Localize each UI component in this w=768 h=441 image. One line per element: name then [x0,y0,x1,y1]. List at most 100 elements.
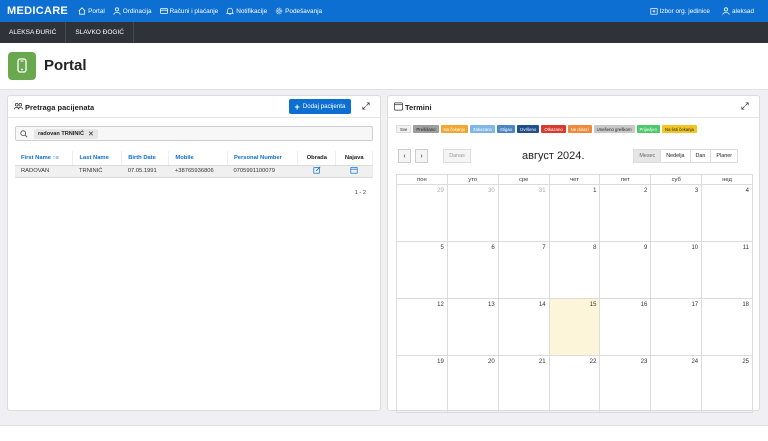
view-month-button[interactable]: Mesec [633,149,662,163]
legend-status-chip[interactable]: Prijavljen [636,125,660,133]
today-button[interactable]: Danas [443,149,471,163]
calendar-day-cell[interactable]: 23 [600,356,652,412]
users-icon [14,102,23,110]
cell-personal-number: 0705991100079 [227,165,298,178]
brand-logo[interactable]: MEDICARE [7,5,68,17]
calendar-day-cell[interactable]: 29 [397,185,448,241]
day-number: 2 [643,188,648,194]
col-last-name[interactable]: Last Name [72,151,123,166]
calendar-day-cell[interactable]: 16 [600,299,652,355]
calendar-day-cell[interactable]: 8 [550,242,601,298]
legend-status-chip[interactable]: Izvršeno [517,125,540,133]
day-number: 25 [742,359,750,365]
add-patient-button[interactable]: + Dodaj pacijenta [289,99,351,114]
nav-portal[interactable]: Portal [78,7,105,15]
day-number: 10 [691,245,699,251]
col-first-name[interactable]: First Name ↑≡ [15,151,74,166]
close-icon[interactable]: ✕ [88,130,94,138]
view-day-button[interactable]: Dan [689,149,712,163]
calendar-day-cell[interactable]: 9 [600,242,652,298]
expand-icon[interactable] [741,102,749,110]
calendar-day-cell[interactable]: 17 [651,299,703,355]
legend-status-chip[interactable]: Zakazano [470,125,495,133]
nav-podesavanja[interactable]: Podešavanja [275,7,322,15]
legend-status-chip[interactable]: Unešeno greškom [593,125,635,133]
calendar-day-cell[interactable]: 18 [702,299,752,355]
org-unit-selector[interactable]: Izbor org. jedinice [649,7,710,15]
calendar-day-cell[interactable]: 14 [499,299,550,355]
calendar-day-cell[interactable]: 22 [550,356,601,412]
prev-month-button[interactable]: ‹ [398,149,411,163]
col-mobile[interactable]: Mobile [168,151,228,166]
org-unit-label: Izbor org. jedinice [659,7,710,15]
legend-status-chip[interactable]: Na listi čekanja [661,125,697,133]
pagination-info: 1 - 2 [354,190,366,196]
calendar-day-cell[interactable]: 20 [448,356,499,412]
day-number: 12 [437,302,444,308]
calendar-day-cell[interactable]: 11 [702,242,752,298]
table-row[interactable]: RADOVAN TRNINIĆ 07.05.1991 +38765936806 … [15,165,373,178]
calendar-day-cell[interactable]: 19 [397,356,448,412]
calendar-day-cell[interactable]: 4 [702,185,752,241]
cell-obrada[interactable] [297,165,336,178]
calendar-day-cell[interactable]: 25 [702,356,752,412]
calendar-day-today[interactable]: 15 [549,299,601,355]
calendar-day-cell[interactable]: 24 [651,356,703,412]
plus-icon: + [294,101,300,112]
calendar-day-cell[interactable]: 2 [600,185,652,241]
col-obrada: Obrada [297,151,337,166]
edit-icon[interactable] [313,166,321,174]
sort-asc-icon[interactable]: ↑≡ [53,155,59,161]
calendar-day-cell[interactable]: 1 [550,185,601,241]
weekday-label: сре [499,175,550,184]
legend-status-chip[interactable]: Ne dolazi [567,125,592,133]
calendar-week-row: 12 13 14 15 16 17 18 [396,299,753,356]
calendar-day-cell[interactable]: 13 [448,299,499,355]
hospital-icon [649,8,658,15]
legend-status-chip[interactable]: Prešišano [413,125,439,133]
calendar-day-cell[interactable]: 12 [397,299,448,355]
nav-ordinacija-label: Ordinacija [122,7,152,15]
col-personal-number[interactable]: Personal Number [227,151,299,166]
nav-notifikacije[interactable]: Notifikacije [226,7,267,15]
legend-status-chip[interactable]: Sve [396,125,412,133]
calendar-day-cell[interactable]: 3 [651,185,703,241]
calendar-day-cell[interactable]: 6 [448,242,499,298]
day-number: 14 [538,302,546,308]
chevron-left-icon: ‹ [403,152,406,160]
day-number: 29 [437,188,444,194]
day-number: 3 [694,188,699,194]
patient-search-input[interactable]: radovan TRNINIĆ ✕ [15,126,373,141]
cell-last-name: TRNINIĆ [72,165,122,178]
home-icon [78,7,86,15]
user-tab-2[interactable]: SLAVKO ĐOGIĆ [66,22,134,43]
calendar-day-cell[interactable]: 21 [499,356,550,412]
nav-ordinacija[interactable]: Ordinacija [113,7,152,15]
calendar-day-cell[interactable]: 10 [651,242,703,298]
day-number: 31 [538,188,546,194]
legend-status-chip[interactable]: Na čekanju [440,125,469,133]
col-birth-date[interactable]: Birth Date [121,151,170,166]
weekday-label: пон [397,175,448,184]
view-week-button[interactable]: Nedelja [660,149,691,163]
expand-icon[interactable] [362,102,370,110]
table-header-row: First Name ↑≡ Last Name Birth Date Mobil… [15,151,373,166]
day-number: 24 [691,359,699,365]
calendar-day-cell[interactable]: 30 [448,185,499,241]
calendar-icon[interactable] [350,166,358,174]
nav-racuni[interactable]: Računi i plaćanje [159,7,218,15]
day-number: 9 [643,245,648,251]
user-menu[interactable]: aleksad [722,7,754,15]
cell-najava[interactable] [335,165,373,178]
user-tab-1[interactable]: ALEKSA ĐURIĆ [0,22,67,43]
status-legend: Sve Prešišano Na čekanju Zakazano Stigao Izvr… [396,125,699,133]
page-header: Portal [0,43,768,90]
legend-status-chip[interactable]: Stigao [496,125,516,133]
view-planner-button[interactable]: Planer [710,149,738,163]
calendar-day-cell[interactable]: 31 [499,185,550,241]
legend-status-chip[interactable]: Otkazano [541,125,566,133]
bell-icon [226,7,235,15]
next-month-button[interactable]: › [415,149,428,163]
calendar-day-cell[interactable]: 7 [499,242,550,298]
calendar-day-cell[interactable]: 5 [397,242,448,298]
